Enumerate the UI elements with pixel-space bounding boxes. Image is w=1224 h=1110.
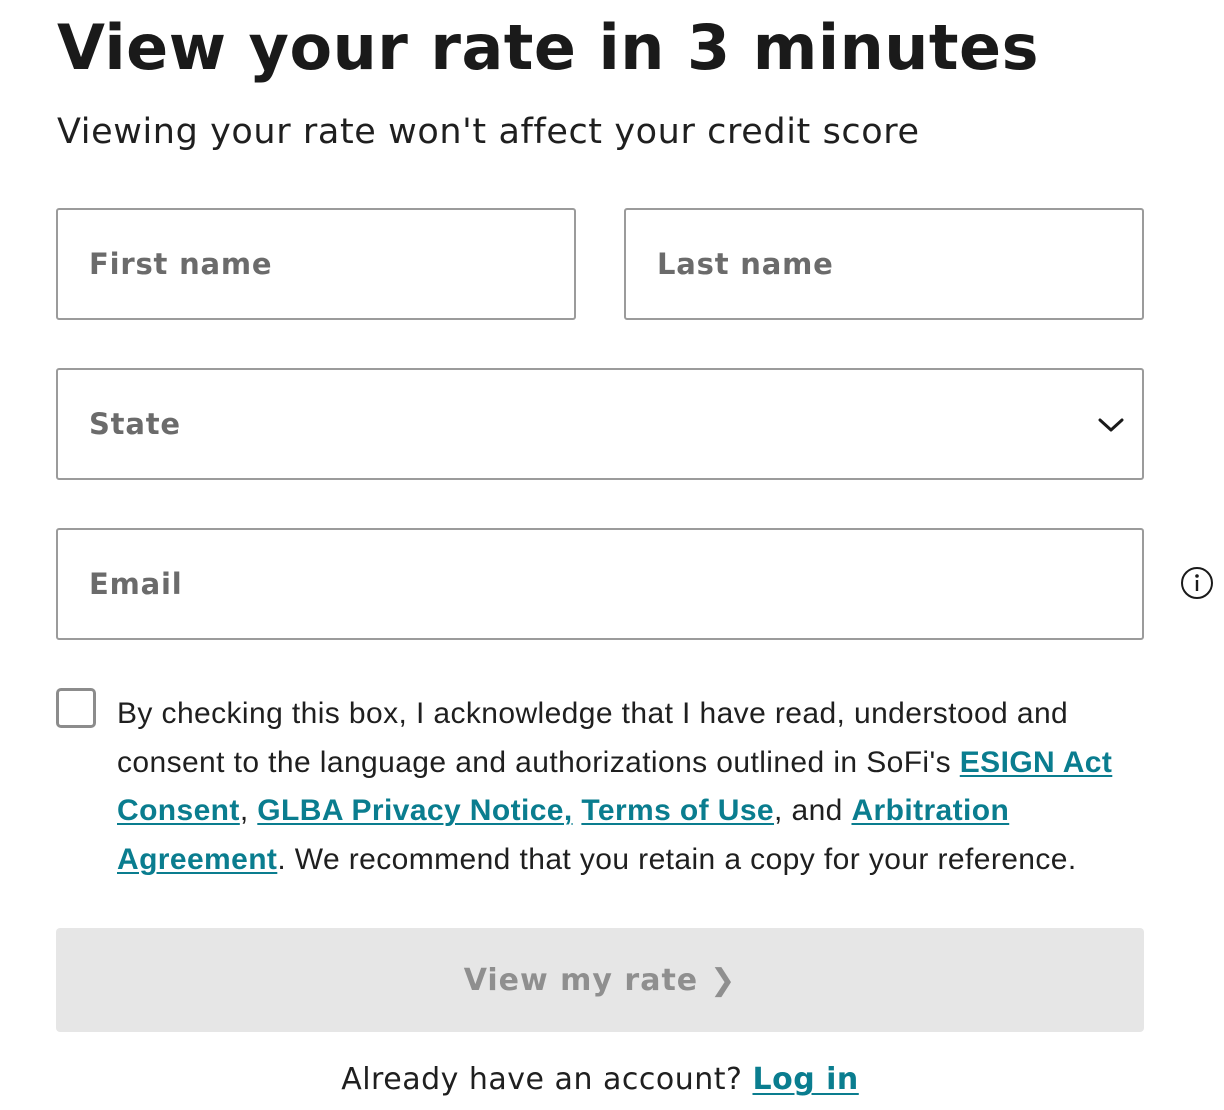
terms-of-use-link[interactable]: Terms of Use <box>581 794 774 827</box>
consent-text-part1: By checking this box, I acknowledge that… <box>117 697 1069 779</box>
chevron-right-icon: ❯ <box>710 962 737 998</box>
email-input[interactable] <box>58 530 1142 638</box>
info-icon[interactable] <box>1180 566 1214 600</box>
last-name-field[interactable] <box>624 208 1144 320</box>
first-name-input[interactable] <box>58 210 574 318</box>
first-name-field[interactable] <box>56 208 576 320</box>
login-prompt: Already have an account? Log in <box>0 1062 1200 1097</box>
last-name-input[interactable] <box>626 210 1142 318</box>
login-prompt-text: Already have an account? <box>341 1062 743 1097</box>
page-title: View your rate in 3 minutes <box>57 11 1039 84</box>
consent-separator: , <box>239 794 258 827</box>
consent-separator: , and <box>774 794 852 827</box>
glba-privacy-notice-link[interactable]: GLBA Privacy Notice, <box>257 794 572 827</box>
consent-checkbox[interactable] <box>56 688 96 728</box>
email-field[interactable] <box>56 528 1144 640</box>
state-select[interactable]: State <box>56 368 1144 480</box>
consent-text-part2: . We recommend that you retain a copy fo… <box>277 842 1077 876</box>
login-link[interactable]: Log in <box>752 1062 858 1097</box>
page-subtitle: Viewing your rate won't affect your cred… <box>57 112 920 152</box>
view-my-rate-button[interactable]: View my rate ❯ <box>56 928 1144 1032</box>
consent-text: By checking this box, I acknowledge that… <box>117 690 1127 884</box>
chevron-down-icon <box>1098 418 1124 432</box>
view-my-rate-label: View my rate <box>463 962 699 998</box>
state-select-value: State <box>89 407 181 441</box>
